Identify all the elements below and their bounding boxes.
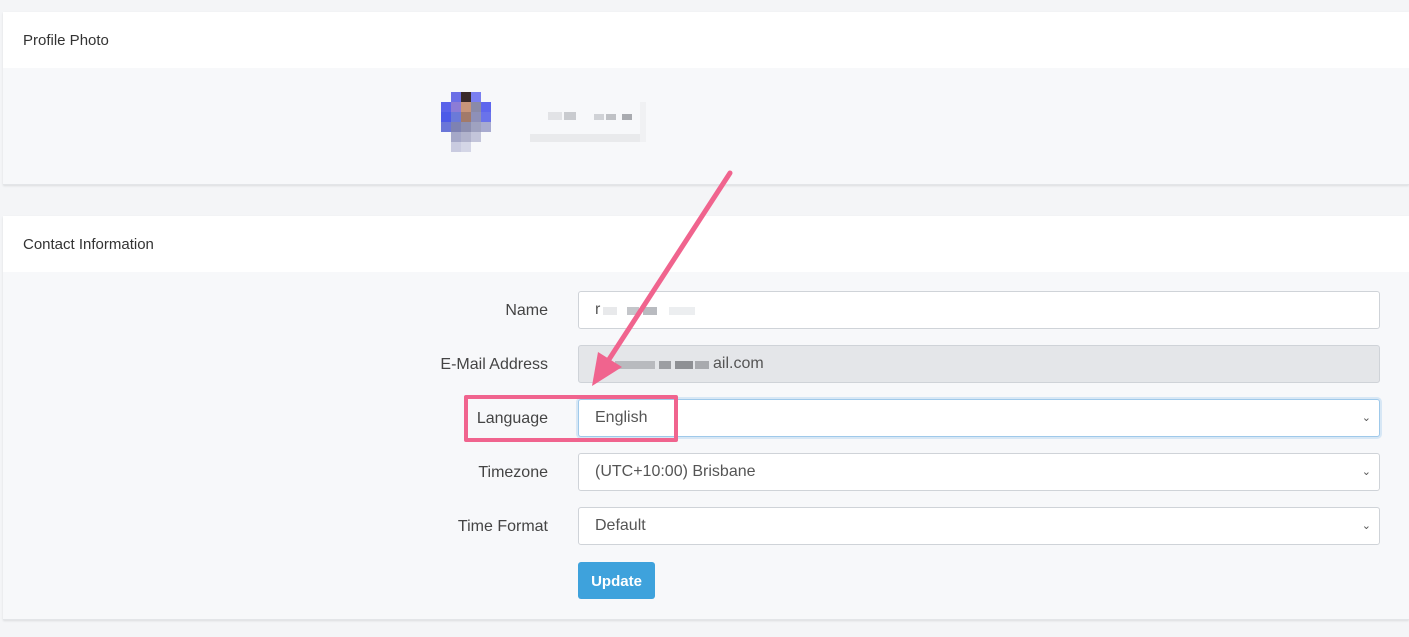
timezone-selected-value: (UTC+10:00) Brisbane xyxy=(595,463,756,480)
redacted-block xyxy=(643,307,657,315)
time-format-row: Time Format Default ⌄ xyxy=(3,507,1409,547)
contact-information-card: Contact Information Name r E-Mail Addres… xyxy=(3,216,1409,620)
profile-photo-header: Profile Photo xyxy=(3,12,1409,68)
time-format-label: Time Format xyxy=(457,518,548,535)
redacted-block xyxy=(675,361,693,369)
email-row: E-Mail Address ail.com xyxy=(3,345,1409,385)
email-label: E-Mail Address xyxy=(440,356,548,373)
language-select[interactable]: English ⌄ xyxy=(578,399,1380,437)
chevron-down-icon: ⌄ xyxy=(1361,412,1371,424)
timezone-row: Timezone (UTC+10:00) Brisbane ⌄ xyxy=(3,453,1409,493)
redacted-block xyxy=(695,361,709,369)
email-input[interactable]: ail.com xyxy=(578,345,1380,383)
redacted-block xyxy=(615,361,655,369)
name-row: Name r xyxy=(3,291,1409,331)
chevron-down-icon: ⌄ xyxy=(1361,520,1371,532)
contact-information-header: Contact Information xyxy=(3,216,1409,272)
profile-photo-card: Profile Photo xyxy=(3,12,1409,185)
language-row: Language English ⌄ xyxy=(3,399,1409,439)
redacted-block xyxy=(603,307,617,315)
username-redacted xyxy=(526,102,651,144)
language-highlight-box xyxy=(464,395,678,442)
redacted-block xyxy=(669,307,695,315)
avatar[interactable] xyxy=(441,92,501,152)
timezone-select[interactable]: (UTC+10:00) Brisbane ⌄ xyxy=(578,453,1380,491)
email-value-visible: ail.com xyxy=(713,355,764,372)
name-value: r xyxy=(595,301,601,318)
chevron-down-icon: ⌄ xyxy=(1361,466,1371,478)
name-input[interactable]: r xyxy=(578,291,1380,329)
redacted-block xyxy=(627,307,639,315)
name-label: Name xyxy=(505,302,548,319)
update-button[interactable]: Update xyxy=(578,562,655,599)
timezone-label: Timezone xyxy=(478,464,548,481)
time-format-select[interactable]: Default ⌄ xyxy=(578,507,1380,545)
redacted-block xyxy=(659,361,671,369)
time-format-selected-value: Default xyxy=(595,517,646,534)
